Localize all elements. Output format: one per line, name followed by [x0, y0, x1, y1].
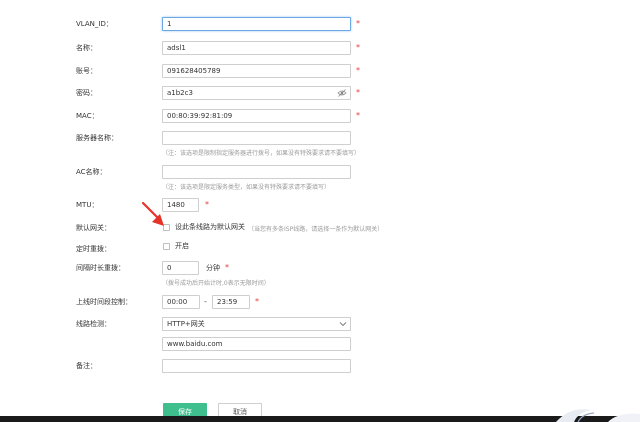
mtu-label: MTU： — [76, 201, 99, 209]
server-name-label: 服务器名称： — [76, 134, 118, 142]
scheduled-redial-checkbox[interactable] — [163, 243, 170, 250]
account-required-mark: * — [356, 66, 360, 75]
scheduled-redial-checkbox-label: 开启 — [175, 242, 189, 250]
ac-name-input[interactable] — [162, 165, 351, 179]
password-field[interactable]: a1b2c3 — [162, 86, 351, 100]
mac-label: MAC： — [76, 112, 99, 120]
name-label: 名称： — [76, 44, 97, 52]
server-name-hint: （注：该选项是限制指定服务器进行拨号，如果没有特殊要求请不要填写） — [162, 150, 361, 157]
interval-required-mark: * — [225, 263, 229, 272]
ac-name-label: AC名称： — [76, 168, 107, 176]
hide-password-icon[interactable] — [337, 88, 347, 98]
remark-label: 备注： — [76, 362, 97, 370]
vlan-id-label: VLAN_ID： — [76, 20, 113, 28]
name-input[interactable] — [162, 41, 351, 55]
password-required-mark: * — [356, 88, 360, 97]
interval-unit: 分钟 — [206, 264, 220, 272]
scheduled-redial-label: 定时重拨： — [76, 245, 111, 253]
line-detect-label: 线路检测： — [76, 320, 111, 328]
line-detect-selected: HTTP+网关 — [167, 320, 205, 328]
remark-input[interactable] — [162, 359, 351, 373]
mac-input[interactable] — [162, 109, 351, 123]
online-time-separator: - — [204, 297, 207, 306]
online-time-end-input[interactable] — [212, 295, 250, 309]
line-detect-select[interactable]: HTTP+网关 — [162, 317, 351, 331]
vlan-id-input[interactable] — [162, 17, 351, 31]
ac-name-hint: （注：该选项是限定服务类型，如果没有特殊要求请不要填写） — [162, 184, 331, 191]
corner-decoration-icon — [556, 409, 640, 422]
bottom-bar — [0, 416, 640, 422]
online-time-start-input[interactable] — [162, 295, 200, 309]
line-detect-url-input[interactable] — [162, 337, 351, 351]
vlan-id-required-mark: * — [356, 19, 360, 28]
chevron-down-icon — [339, 322, 347, 327]
online-time-required-mark: * — [255, 297, 259, 306]
annotation-arrow-icon — [141, 201, 164, 226]
default-gateway-hint: （当您有多条ISP线路，请选择一条作为默认网关） — [248, 226, 384, 233]
server-name-input[interactable] — [162, 131, 351, 145]
account-input[interactable] — [162, 64, 351, 78]
default-gateway-checkbox-label: 设此条线路为默认网关 — [175, 223, 245, 231]
name-required-mark: * — [356, 43, 360, 52]
online-time-label: 上线时间段控制： — [76, 298, 132, 306]
interval-redial-input[interactable] — [162, 261, 199, 275]
mac-required-mark: * — [356, 111, 360, 120]
mtu-required-mark: * — [205, 200, 209, 209]
password-label: 密码： — [76, 89, 97, 97]
password-value: a1b2c3 — [167, 89, 193, 97]
interval-redial-label: 间隔时长重拨： — [76, 264, 125, 272]
default-gateway-label: 默认网关： — [76, 224, 111, 232]
account-label: 账号： — [76, 67, 97, 75]
interval-redial-hint: （拨号成功后开始计时,0表示无限时间） — [162, 280, 270, 287]
